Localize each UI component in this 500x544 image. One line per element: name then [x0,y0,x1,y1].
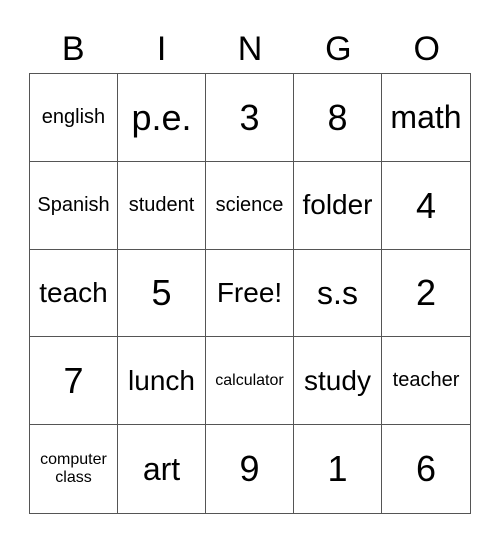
cell-label: folder [302,189,373,221]
cell-label: 1 [327,448,348,490]
header-letter-o: O [413,30,440,68]
free-space-cell[interactable]: Free! [206,249,294,338]
cell-label: Free! [216,276,283,308]
header-letter-i: I [156,30,167,68]
cell-label: 6 [415,448,437,490]
cell-label: 5 [151,272,172,314]
bingo-cell[interactable]: p.e. [118,74,206,162]
bingo-cell[interactable]: math [382,74,470,162]
header-letter-n: N [237,30,263,68]
bingo-cell[interactable]: calculator [206,337,294,426]
cell-label: p.e. [131,96,192,138]
bingo-cell[interactable]: 1 [294,425,382,513]
cell-label: 2 [415,272,437,314]
cell-label: english [41,105,106,128]
cell-label: s.s [317,274,358,311]
cell-label: study [304,364,371,396]
bingo-cell[interactable]: english [30,74,118,162]
bingo-grid: english p.e. 3 8 math Spanish student science fo… [29,73,471,514]
bingo-cell[interactable]: 8 [294,74,382,162]
cell-label: teach [39,276,108,308]
bingo-cell[interactable]: study [294,337,382,426]
bingo-cell[interactable]: lunch [118,337,206,426]
header-letter-b: B [61,30,85,68]
bingo-cell[interactable]: folder [294,161,382,250]
cell-label: Spanish [37,193,110,216]
bingo-cell[interactable]: s.s [294,249,382,338]
cell-label: 3 [239,96,260,138]
bingo-cell[interactable]: teach [30,249,118,338]
bingo-cell[interactable]: 5 [118,249,206,338]
cell-label: student [128,193,195,216]
bingo-cell[interactable]: 9 [206,425,294,513]
cell-label: math [390,99,462,135]
cell-label: calculator [215,371,284,389]
header-letter-g: G [325,30,352,68]
bingo-cell[interactable]: 2 [382,250,470,338]
bingo-cell[interactable]: 4 [382,162,470,250]
cell-label: 8 [327,96,348,138]
bingo-cell[interactable]: 6 [382,425,470,513]
cell-label: computer class [40,450,107,487]
cell-label: art [142,450,181,487]
bingo-cell[interactable]: student [118,161,206,250]
cell-label: science [215,193,284,216]
bingo-header: B I N G O [29,24,471,74]
cell-label: 9 [239,448,260,490]
bingo-cell[interactable]: Spanish [30,161,118,250]
cell-label: 4 [415,184,437,226]
bingo-cell[interactable]: teacher [382,337,470,426]
bingo-cell[interactable]: art [118,425,206,513]
bingo-cell[interactable]: science [206,161,294,250]
cell-label: lunch [128,364,195,396]
cell-label: teacher [392,369,460,392]
bingo-cell[interactable]: computer class [30,425,118,513]
cell-label: 7 [63,360,84,402]
bingo-cell[interactable]: 7 [30,337,118,426]
bingo-cell[interactable]: 3 [206,74,294,162]
